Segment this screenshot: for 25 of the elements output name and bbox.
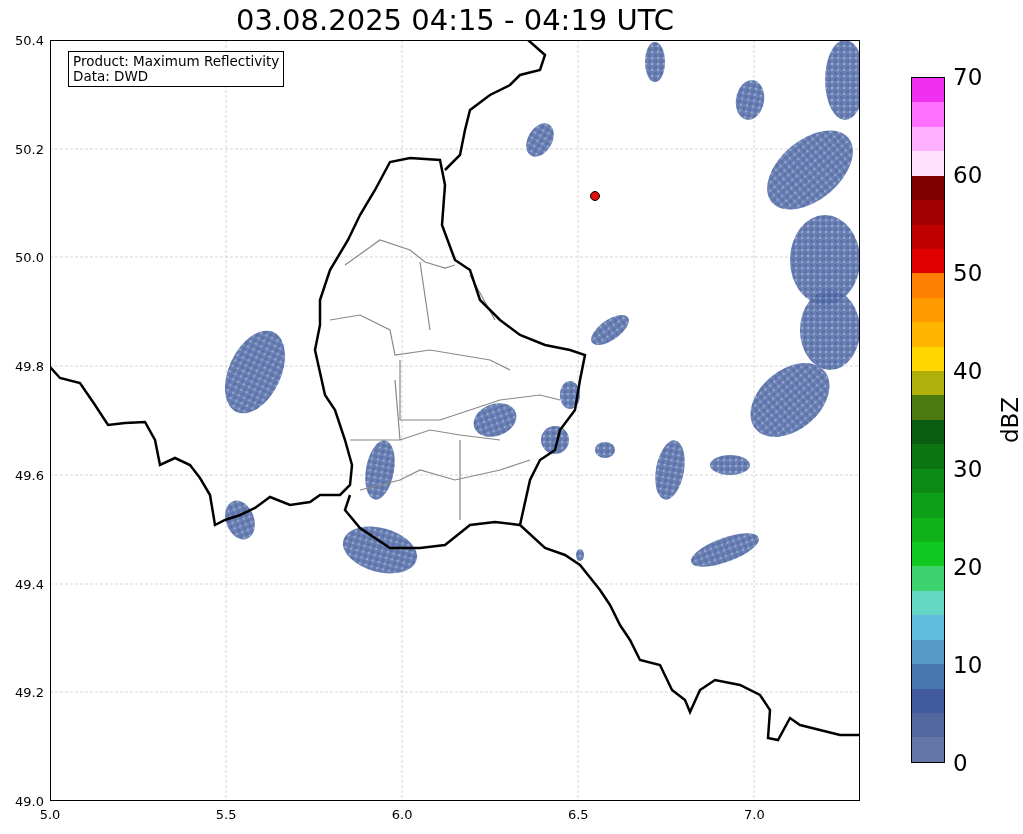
- colorbar-label: 30: [953, 457, 983, 481]
- x-axis-label: 5.5: [215, 807, 237, 822]
- x-axis-label: 6.0: [391, 807, 413, 822]
- y-axis-label: 49.0: [15, 793, 44, 809]
- colorbar-label: 40: [953, 359, 983, 383]
- y-axis-label: 50.0: [15, 249, 44, 265]
- legend-text: Data: DWD: [73, 69, 150, 84]
- colorbar-label: 60: [953, 163, 983, 187]
- legend-text: Product: Maximum Reflectivity: [73, 54, 280, 69]
- colorbar-label: 10: [953, 653, 983, 677]
- y-axis-label: 49.8: [15, 358, 44, 374]
- colorbar-title: dBZ: [997, 396, 1023, 444]
- colorbar-label: 0: [953, 751, 968, 775]
- y-axis-label: 49.6: [15, 467, 44, 483]
- x-axis-label: 7.0: [744, 807, 765, 822]
- x-axis-label: 6.5: [567, 807, 589, 822]
- colorbar-label: 20: [953, 555, 983, 579]
- x-axis-label: 5.0: [39, 807, 61, 822]
- y-axis-label: 50.2: [15, 141, 44, 157]
- colorbar-label: 50: [953, 261, 983, 285]
- y-axis-label: 49.2: [15, 684, 44, 700]
- y-axis-label: 49.4: [15, 576, 44, 592]
- chart-title: 03.08.2025 04:15 - 04:19 UTC: [235, 2, 675, 39]
- colorbar-label: 70: [953, 65, 983, 89]
- y-axis-label: 50.4: [15, 32, 44, 48]
